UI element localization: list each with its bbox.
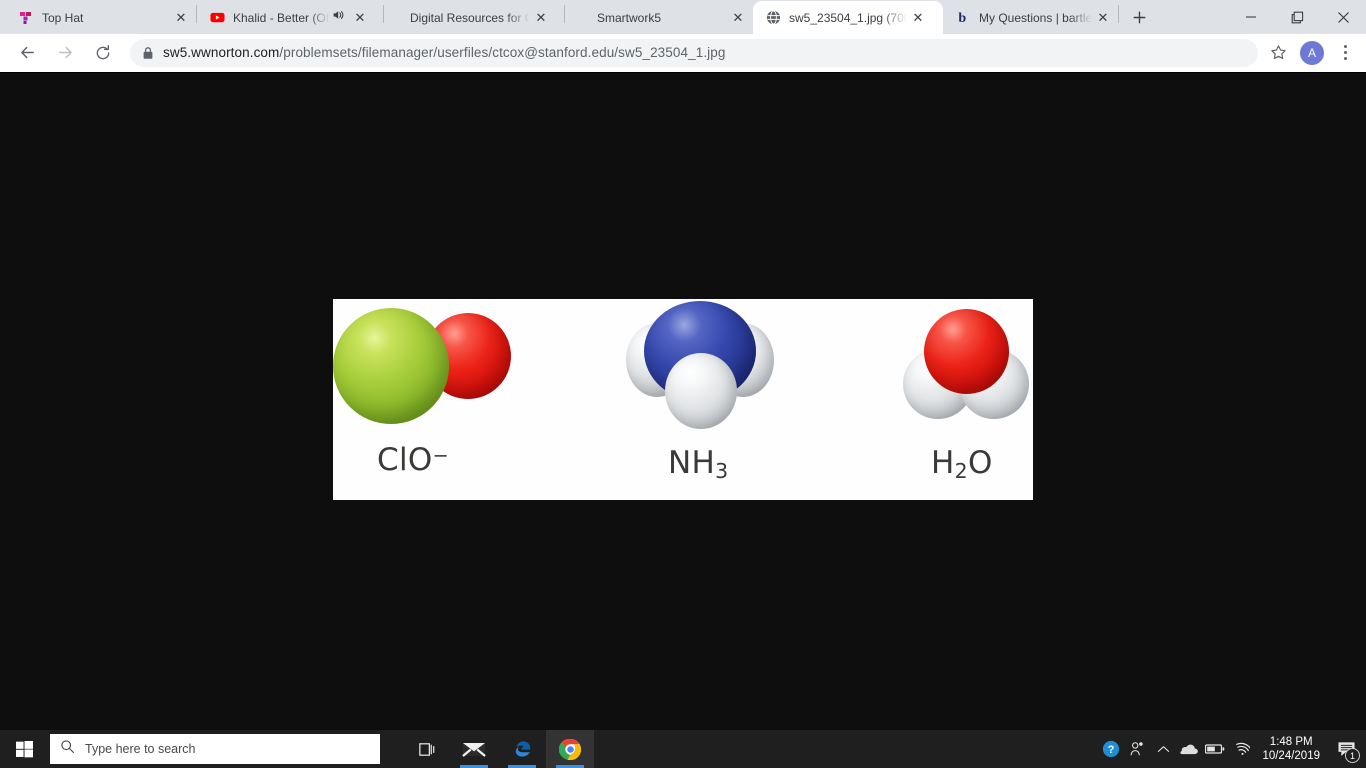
globe-icon	[765, 10, 781, 26]
windows-start-icon[interactable]	[0, 730, 48, 768]
forward-arrow-icon[interactable]	[51, 39, 79, 67]
taskbar-clock[interactable]: 1:48 PM 10/24/2019	[1254, 735, 1330, 763]
tab-divider	[1118, 5, 1119, 23]
onedrive-icon[interactable]	[1176, 730, 1202, 768]
tab-label: Top Hat	[42, 10, 84, 25]
tab-smartwork5[interactable]: Smartwork5 ✕	[565, 1, 753, 34]
molecule-label-h2o: H2O	[931, 445, 993, 484]
task-view-icon[interactable]	[402, 730, 450, 768]
help-icon[interactable]: ?	[1098, 730, 1124, 768]
search-icon	[60, 739, 75, 759]
people-icon[interactable]	[1124, 730, 1150, 768]
tab-label: Smartwork5	[597, 10, 662, 25]
atom-chlorine	[333, 308, 449, 424]
svg-text:b: b	[958, 10, 966, 25]
tab-audio-playing-icon[interactable]	[331, 8, 345, 27]
molecule-image[interactable]: ClO− NH3 H2O	[333, 299, 1033, 500]
tab-label: Khalid - Better (Offi	[233, 10, 329, 25]
clock-time: 1:48 PM	[1269, 736, 1313, 748]
windows-taskbar: Type here to search ? 1:48 PM 10/24/2019…	[0, 730, 1366, 768]
bartleby-icon: b	[955, 10, 971, 26]
tophat-icon	[18, 10, 34, 26]
youtube-icon	[209, 10, 225, 26]
tab-top-hat[interactable]: Top Hat ✕	[6, 1, 196, 34]
tab-strip: Top Hat ✕ Khalid - Better (Offi ✕ Digita…	[0, 0, 1366, 34]
page-content-image-viewer: ClO− NH3 H2O	[0, 73, 1366, 730]
tab-sw5-image[interactable]: sw5_23504_1.jpg (700× ✕	[753, 1, 943, 34]
back-arrow-icon[interactable]	[13, 39, 41, 67]
tab-close-icon[interactable]: ✕	[530, 7, 552, 29]
url-path: /problemsets/filemanager/userfiles/ctcox…	[279, 45, 726, 60]
browser-toolbar: sw5.wwnorton.com/problemsets/filemanager…	[0, 34, 1366, 72]
tab-close-icon[interactable]: ✕	[907, 7, 929, 29]
chrome-icon[interactable]	[546, 730, 594, 768]
window-controls	[1228, 0, 1366, 34]
tab-close-icon[interactable]: ✕	[349, 7, 371, 29]
address-bar-url: sw5.wwnorton.com/problemsets/filemanager…	[163, 45, 726, 60]
chrome-browser-window: Top Hat ✕ Khalid - Better (Offi ✕ Digita…	[0, 0, 1366, 768]
taskbar-pinned-apps	[402, 730, 594, 768]
reload-icon[interactable]	[89, 39, 117, 67]
molecule-canvas: ClO− NH3 H2O	[333, 299, 1033, 500]
notifications-icon[interactable]: 1	[1330, 730, 1362, 768]
close-window-button[interactable]	[1320, 0, 1366, 34]
tab-label: My Questions | bartleby	[979, 10, 1092, 25]
minimize-button[interactable]	[1228, 0, 1274, 34]
molecule-clo	[333, 299, 513, 439]
atom-oxygen	[924, 309, 1009, 394]
tab-label: Digital Resources for Ch	[410, 10, 530, 25]
maximize-button[interactable]	[1274, 0, 1320, 34]
address-bar[interactable]: sw5.wwnorton.com/problemsets/filemanager…	[130, 38, 1258, 67]
tab-digital-resources[interactable]: Digital Resources for Ch ✕	[384, 1, 564, 34]
tab-close-icon[interactable]: ✕	[170, 7, 192, 29]
star-icon[interactable]	[1264, 39, 1292, 67]
molecule-nh3	[626, 301, 774, 431]
tab-close-icon[interactable]: ✕	[727, 7, 749, 29]
wifi-icon[interactable]	[1228, 730, 1254, 768]
search-placeholder-text: Type here to search	[85, 742, 196, 756]
url-host: sw5.wwnorton.com	[163, 45, 280, 60]
clock-date: 10/24/2019	[1262, 750, 1320, 762]
tab-khalid-better[interactable]: Khalid - Better (Offi ✕	[197, 1, 383, 34]
tab-label: sw5_23504_1.jpg (700×	[789, 10, 907, 25]
system-tray: ? 1:48 PM 10/24/2019 1	[1098, 730, 1366, 768]
battery-icon[interactable]	[1202, 730, 1228, 768]
molecule-label-clo: ClO−	[377, 442, 449, 478]
new-tab-button[interactable]	[1125, 3, 1153, 31]
notification-count-badge: 1	[1345, 748, 1360, 763]
avatar[interactable]: A	[1300, 40, 1324, 65]
tab-close-icon[interactable]: ✕	[1092, 7, 1114, 29]
edge-icon[interactable]	[498, 730, 546, 768]
molecule-h2o	[903, 309, 1029, 425]
atom-hydrogen	[665, 353, 737, 429]
molecule-label-nh3: NH3	[668, 445, 729, 484]
svg-text:?: ?	[1108, 744, 1115, 756]
kebab-menu-icon[interactable]	[1334, 39, 1356, 67]
mail-icon[interactable]	[450, 730, 498, 768]
search-input[interactable]: Type here to search	[50, 734, 380, 764]
lock-icon	[142, 46, 154, 60]
tab-bartleby[interactable]: b My Questions | bartleby ✕	[943, 1, 1118, 34]
show-hidden-icons-icon[interactable]	[1150, 730, 1176, 768]
